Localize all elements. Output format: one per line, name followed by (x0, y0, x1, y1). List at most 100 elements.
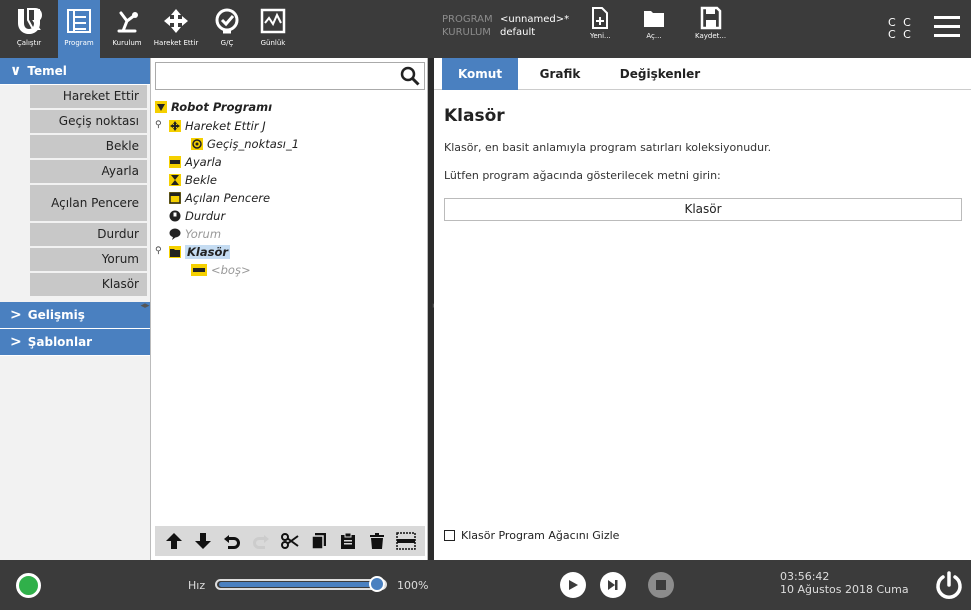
log-icon (258, 6, 288, 36)
detail-tabs: Komut Grafik Değişkenler (434, 58, 971, 90)
open-program-button[interactable]: Aç... (642, 6, 666, 40)
new-file-icon (592, 7, 609, 29)
top-bar: Çalıştır Program Kurulum Hareket Ettir G… (0, 0, 971, 58)
copy-icon[interactable] (309, 531, 329, 551)
paste-icon[interactable] (338, 531, 358, 551)
tab-command[interactable]: Komut (442, 58, 518, 90)
program-name: <unnamed>* (500, 14, 570, 25)
folder-name-prompt: Lütfen program ağacında gösterilecek met… (444, 169, 721, 182)
waypoint-icon (191, 137, 203, 150)
cc-indicator: C C C C (888, 16, 913, 41)
tree-node-wait[interactable]: Bekle (169, 171, 217, 188)
program-info: PROGRAM <unnamed>* KURULUM default (442, 13, 569, 39)
folder-name-field[interactable]: Klasör (444, 198, 962, 221)
ur-logo-icon (14, 6, 44, 36)
folder-icon (169, 245, 181, 258)
category-advanced[interactable]: > Gelişmiş (0, 302, 150, 329)
category-templates[interactable]: > Şablonlar (0, 329, 150, 356)
step-icon (608, 580, 618, 590)
tree-toolbar (155, 526, 425, 556)
basic-command-list: Hareket Ettir Geçiş noktası Bekle Ayarla… (0, 85, 150, 298)
program-key: PROGRAM (442, 14, 493, 25)
search-icon[interactable] (400, 66, 420, 86)
pane-resize-handle-icon[interactable]: ◂▸ (140, 301, 150, 313)
command-set[interactable]: Ayarla (30, 160, 147, 185)
hourglass-icon (169, 173, 181, 186)
folder-open-icon (644, 11, 664, 27)
delete-icon[interactable] (367, 531, 387, 551)
hamburger-menu-icon[interactable] (934, 16, 960, 38)
stop-icon (656, 580, 666, 590)
robot-arm-icon (112, 6, 142, 36)
tree-node-halt[interactable]: Durdur (169, 207, 225, 224)
command-waypoint[interactable]: Geçiş noktası (30, 110, 147, 135)
save-icon (700, 6, 721, 30)
power-icon[interactable] (934, 570, 964, 600)
cut-icon[interactable] (280, 531, 300, 551)
installation-name: default (500, 27, 536, 38)
redo-icon[interactable] (251, 531, 271, 551)
bottom-bar: Hız 100% 03:56:42 10 Ağustos 2018 Cuma (0, 560, 971, 610)
date-time: 03:56:42 10 Ağustos 2018 Cuma (780, 570, 909, 596)
nav-move-button[interactable]: Hareket Ettir (150, 0, 202, 58)
command-category-pane: ∨ Temel Hareket Ettir Geçiş noktası Bekle… (0, 58, 150, 560)
io-icon (212, 6, 242, 36)
undo-icon[interactable] (222, 531, 242, 551)
tab-graphics[interactable]: Grafik (526, 58, 594, 90)
tree-node-waypoint[interactable]: Geçiş_noktası_1 (191, 135, 299, 152)
installation-key: KURULUM (442, 27, 491, 38)
tree-node-movej[interactable]: Hareket Ettir J (169, 117, 266, 134)
stop-button[interactable] (648, 572, 674, 598)
nav-program-button[interactable]: Program (58, 0, 100, 58)
play-button[interactable] (560, 572, 586, 598)
new-program-button[interactable]: Yeni... (590, 6, 611, 40)
expand-pin-icon[interactable]: ⚲ (155, 246, 162, 256)
tab-variables[interactable]: Değişkenler (608, 58, 712, 90)
halt-icon (169, 210, 181, 221)
chevron-down-icon: ∨ (10, 63, 22, 79)
hide-folder-tree-checkbox[interactable]: Klasör Program Ağacını Gizle (444, 529, 619, 542)
tree-node-folder[interactable]: Klasör (169, 243, 231, 260)
command-folder[interactable]: Klasör (30, 273, 147, 298)
tree-root[interactable]: Robot Programı (155, 98, 272, 115)
tree-search-input[interactable] (155, 62, 425, 90)
suppress-icon[interactable] (396, 531, 417, 551)
speed-slider[interactable] (215, 576, 387, 592)
speed-slider-knob[interactable] (369, 576, 385, 592)
set-icon (169, 155, 181, 168)
expand-pin-icon[interactable]: ⚲ (155, 120, 162, 130)
page-title: Klasör (444, 106, 505, 126)
robot-status-icon[interactable] (16, 573, 41, 598)
chevron-right-icon: > (10, 307, 22, 323)
checkbox-box[interactable] (444, 530, 455, 541)
nav-log-button[interactable]: Günlük (252, 0, 294, 58)
nav-installation-button[interactable]: Kurulum (104, 0, 150, 58)
save-program-button[interactable]: Kaydet... (695, 6, 726, 40)
command-popup[interactable]: Açılan Pencere (30, 185, 147, 223)
tree-node-comment[interactable]: Yorum (169, 225, 221, 242)
tree-node-set[interactable]: Ayarla (169, 153, 222, 170)
move-icon (169, 119, 181, 132)
nav-run-button[interactable]: Çalıştır (2, 0, 56, 58)
move-arrows-icon (161, 6, 191, 36)
move-down-icon[interactable] (193, 531, 213, 551)
command-comment[interactable]: Yorum (30, 248, 147, 273)
command-detail-pane: Komut Grafik Değişkenler Klasör Klasör, … (434, 58, 971, 560)
command-wait[interactable]: Bekle (30, 135, 147, 160)
category-basic[interactable]: ∨ Temel (0, 58, 150, 85)
speed-label: Hız (188, 579, 206, 592)
step-button[interactable] (600, 572, 626, 598)
empty-icon (191, 263, 207, 276)
collapse-triangle-icon[interactable] (155, 100, 167, 113)
command-description: Klasör, en basit anlamıyla program satır… (444, 141, 772, 154)
command-halt[interactable]: Durdur (30, 223, 147, 248)
program-tree-pane: Robot Programı ⚲ Hareket Ettir J Geçiş_n… (150, 58, 437, 560)
tree-node-empty[interactable]: <boş> (191, 261, 251, 278)
chevron-right-icon: > (10, 334, 22, 350)
command-move[interactable]: Hareket Ettir (30, 85, 147, 110)
popup-icon (169, 191, 181, 204)
program-tree-icon (64, 6, 94, 36)
nav-io-button[interactable]: G/Ç (206, 0, 248, 58)
move-up-icon[interactable] (164, 531, 184, 551)
tree-node-popup[interactable]: Açılan Pencere (169, 189, 270, 206)
